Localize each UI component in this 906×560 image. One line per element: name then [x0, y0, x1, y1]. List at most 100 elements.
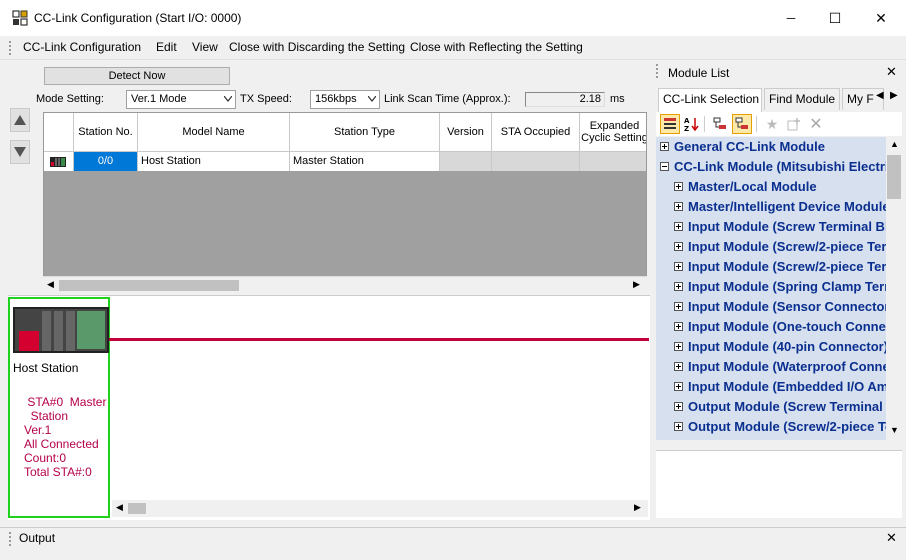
header-expanded-cyclic[interactable]: Expanded Cyclic Setting	[580, 113, 646, 152]
expand-node-icon[interactable]	[674, 382, 683, 392]
table-row[interactable]: 0/0 Host Station Master Station	[44, 152, 646, 171]
output-grip[interactable]	[9, 532, 12, 546]
move-down-button[interactable]	[10, 140, 30, 164]
scroll-right-icon[interactable]: ▶	[634, 502, 641, 513]
scroll-left-icon[interactable]: ◀	[116, 502, 123, 513]
add-icon	[787, 118, 800, 131]
tree-item[interactable]: Output Module (Screw Terminal Block)	[656, 397, 886, 417]
menu-cc-link-configuration[interactable]: CC-Link Configuration	[23, 40, 141, 54]
tab-next-icon[interactable]: ▶	[890, 90, 898, 101]
cell-station-type[interactable]: Master Station	[290, 152, 440, 171]
expand-node-icon[interactable]	[674, 342, 683, 352]
tree-item[interactable]: Input Module (Waterproof Connector)	[656, 357, 886, 377]
tree-item[interactable]: Output Module (Screw/2-piece Terminal)	[656, 437, 886, 440]
expand-node-icon[interactable]	[674, 262, 683, 272]
tab-prev-icon[interactable]: ◀	[876, 90, 884, 101]
cell-station-no[interactable]: 0/0	[74, 152, 138, 171]
tree-item-label: Input Module (Screw/2-piece Terminal)	[688, 259, 886, 274]
expand-node-icon[interactable]	[674, 322, 683, 332]
configuration-panel: Detect Now Mode Setting: Ver.1 Mode TX S…	[8, 60, 650, 520]
tree-item[interactable]: Master/Local Module	[656, 177, 886, 197]
scroll-right-icon[interactable]: ▶	[633, 279, 640, 290]
output-close-icon[interactable]: ✕	[886, 530, 897, 546]
close-button[interactable]: ✕	[858, 0, 904, 36]
module-list-panel: Module List ✕ CC-Link Selection Find Mod…	[654, 60, 906, 520]
tx-speed-select[interactable]: 156kbps	[310, 90, 380, 109]
header-corner	[44, 113, 74, 152]
tree-item[interactable]: Input Module (Embedded I/O Amplifier)	[656, 377, 886, 397]
tree-scroll-thumb[interactable]	[887, 155, 901, 199]
collapse-node-icon[interactable]	[660, 162, 669, 172]
tab-find-module[interactable]: Find Module	[764, 88, 840, 110]
cell-model-name[interactable]: Host Station	[138, 152, 290, 171]
move-up-button[interactable]	[10, 108, 30, 132]
minimize-icon: ─	[786, 11, 796, 25]
sort-alphabetical-button[interactable]: AZ	[682, 114, 702, 134]
header-sta-occupied[interactable]: STA Occupied	[492, 113, 580, 152]
menu-grip[interactable]	[9, 41, 12, 55]
menu-close-reflect[interactable]: Close with Reflecting the Setting	[410, 40, 583, 54]
header-station-no[interactable]: Station No.	[74, 113, 138, 152]
detect-now-button[interactable]: Detect Now	[44, 67, 230, 85]
tab-cc-link-selection[interactable]: CC-Link Selection	[658, 88, 762, 112]
maximize-button[interactable]: ☐	[812, 0, 858, 36]
cc-link-bus-line	[109, 338, 649, 341]
header-station-type[interactable]: Station Type	[290, 113, 440, 152]
tree-item[interactable]: General CC-Link Module	[656, 137, 886, 157]
table-scroll-thumb[interactable]	[59, 280, 239, 291]
collapse-icon	[713, 117, 726, 129]
module-description-pane	[656, 450, 902, 518]
header-model-name[interactable]: Model Name	[138, 113, 290, 152]
diagram-horizontal-scrollbar[interactable]: ◀ ▶	[112, 500, 648, 517]
scroll-up-icon[interactable]: ▲	[890, 139, 899, 149]
network-diagram: Host Station STA#0 Master Station Ver.1 …	[8, 295, 650, 520]
host-station-node[interactable]: Host Station STA#0 Master Station Ver.1 …	[8, 297, 110, 518]
expand-node-icon[interactable]	[674, 222, 683, 232]
expand-node-icon[interactable]	[674, 182, 683, 192]
expand-node-icon[interactable]	[674, 422, 683, 432]
row-icon-cell	[44, 152, 74, 171]
scroll-left-icon[interactable]: ◀	[47, 279, 54, 290]
table-horizontal-scrollbar[interactable]: ◀ ▶	[43, 276, 647, 293]
collapse-all-button[interactable]	[710, 114, 730, 134]
tree-vertical-scrollbar[interactable]: ▲ ▼	[886, 137, 902, 440]
expand-node-icon[interactable]	[674, 362, 683, 372]
menu-view[interactable]: View	[192, 40, 218, 54]
tree-item[interactable]: CC-Link Module (Mitsubishi Electric Corp…	[656, 157, 886, 177]
module-list-close-icon[interactable]: ✕	[886, 64, 897, 80]
tree-item-label: Output Module (Screw/2-piece Terminal)	[688, 419, 886, 434]
scroll-down-icon[interactable]: ▼	[890, 425, 899, 435]
tree-item[interactable]: Input Module (Screw Terminal Block)	[656, 217, 886, 237]
cell-sta-occupied	[492, 152, 580, 171]
menu-edit[interactable]: Edit	[156, 40, 177, 54]
expand-node-icon[interactable]	[674, 242, 683, 252]
diagram-scroll-thumb[interactable]	[128, 503, 146, 514]
tree-item[interactable]: Input Module (Sensor Connector)	[656, 297, 886, 317]
tree-item[interactable]: Input Module (One-touch Connector)	[656, 317, 886, 337]
tree-item[interactable]: Input Module (Screw/2-piece Terminal)	[656, 257, 886, 277]
expand-node-icon[interactable]	[674, 402, 683, 412]
expand-node-icon[interactable]	[674, 302, 683, 312]
sort-category-button[interactable]	[660, 114, 680, 134]
tree-item-label: Master/Local Module	[688, 179, 817, 194]
tree-item[interactable]: Input Module (Spring Clamp Terminal)	[656, 277, 886, 297]
tree-item[interactable]: Input Module (40-pin Connector)	[656, 337, 886, 357]
link-scan-time-value: 2.18	[525, 92, 605, 107]
tree-item[interactable]: Input Module (Screw/2-piece Terminal)	[656, 237, 886, 257]
expand-icon	[735, 117, 748, 129]
expand-all-button[interactable]	[732, 114, 752, 134]
tree-item[interactable]: Master/Intelligent Device Module	[656, 197, 886, 217]
tree-item[interactable]: Output Module (Screw/2-piece Terminal)	[656, 417, 886, 437]
sort-az-icon: AZ	[684, 117, 699, 132]
menu-close-discard[interactable]: Close with Discarding the Setting	[229, 40, 405, 54]
expand-node-icon[interactable]	[660, 142, 669, 152]
header-version[interactable]: Version	[440, 113, 492, 152]
svg-text:A: A	[684, 117, 690, 125]
minimize-button[interactable]: ─	[768, 0, 814, 36]
panel-grip[interactable]	[656, 64, 659, 78]
favorite-star-icon: ★	[765, 115, 779, 132]
mode-setting-select[interactable]: Ver.1 Mode	[126, 90, 236, 109]
tree-item-label: Output Module (Screw Terminal Block)	[688, 399, 886, 414]
expand-node-icon[interactable]	[674, 202, 683, 212]
expand-node-icon[interactable]	[674, 282, 683, 292]
